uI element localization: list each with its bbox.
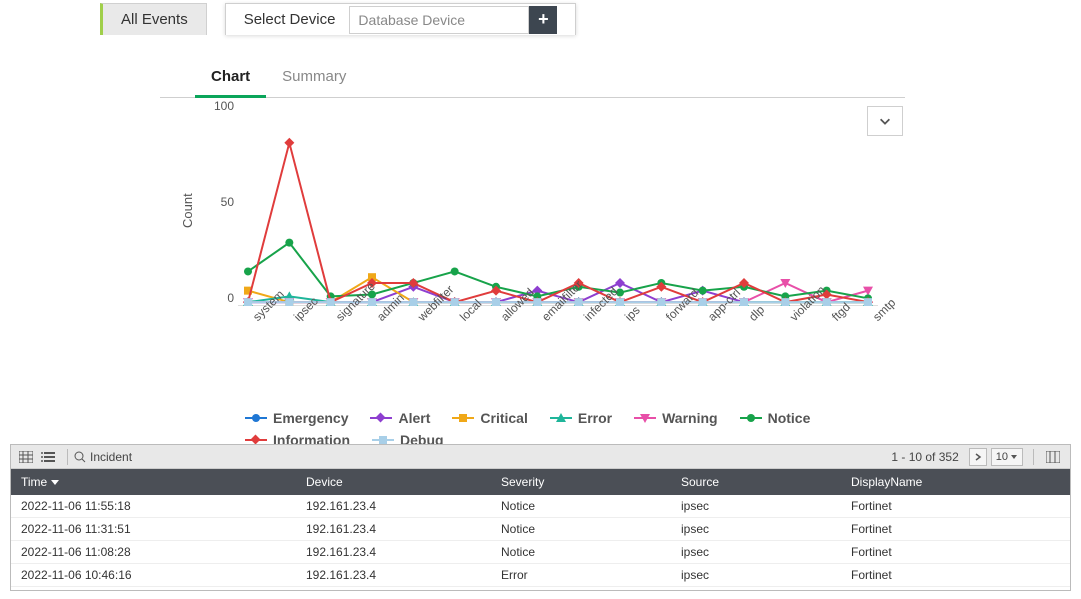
- add-device-button[interactable]: +: [529, 6, 557, 34]
- legend-item[interactable]: Emergency: [245, 410, 348, 426]
- chevron-down-icon: [878, 114, 892, 128]
- table-cell: Fortinet: [841, 568, 1070, 582]
- legend-label: Critical: [480, 410, 527, 426]
- y-axis-label: Count: [180, 193, 195, 228]
- legend-marker: [452, 411, 474, 425]
- table-cell: 192.161.23.4: [296, 568, 491, 582]
- columns-config-icon[interactable]: [1044, 448, 1062, 466]
- subtab-chart[interactable]: Chart: [195, 60, 266, 98]
- table-row[interactable]: 2022-11-06 10:46:16192.161.23.4Erroripse…: [11, 564, 1070, 587]
- table-row[interactable]: 2022-11-06 11:55:18192.161.23.4Noticeips…: [11, 495, 1070, 518]
- line-chart: [238, 106, 878, 306]
- table-cell: Fortinet: [841, 545, 1070, 559]
- col-header-severity[interactable]: Severity: [491, 475, 671, 489]
- device-select-placeholder: Database Device: [358, 12, 465, 28]
- grid-toolbar: Incident 1 - 10 of 352 10: [11, 445, 1070, 469]
- y-tick: 100: [206, 99, 234, 113]
- table-cell: 2022-11-06 10:46:16: [11, 568, 296, 582]
- x-tick: ips: [622, 303, 643, 324]
- legend-marker: [245, 411, 267, 425]
- incident-button[interactable]: Incident: [74, 450, 132, 464]
- table-header: Time Device Severity Source DisplayName: [11, 469, 1070, 495]
- chart-subtabs: Chart Summary: [160, 60, 905, 98]
- caret-down-icon: [1010, 453, 1018, 461]
- table-cell: Notice: [491, 522, 671, 536]
- col-header-time-label: Time: [21, 475, 47, 489]
- subtab-summary[interactable]: Summary: [266, 60, 362, 97]
- pager-next-button[interactable]: [969, 448, 987, 466]
- incident-icon: [74, 451, 86, 463]
- pager-text: 1 - 10 of 352: [891, 450, 958, 464]
- legend-marker: [740, 411, 762, 425]
- legend-item[interactable]: Notice: [740, 410, 811, 426]
- legend-marker: [550, 411, 572, 425]
- table-cell: 2022-11-06 11:08:28: [11, 545, 296, 559]
- view-list-icon[interactable]: [39, 448, 57, 466]
- tab-all-events[interactable]: All Events: [100, 3, 207, 35]
- table-body: 2022-11-06 11:55:18192.161.23.4Noticeips…: [11, 495, 1070, 587]
- legend-marker: [370, 411, 392, 425]
- tab-select-device-label: Select Device: [244, 11, 336, 28]
- table-row[interactable]: 2022-11-06 11:08:28192.161.23.4Noticeips…: [11, 541, 1070, 564]
- table-cell: Notice: [491, 545, 671, 559]
- legend-item[interactable]: Warning: [634, 410, 717, 426]
- chevron-right-icon: [974, 453, 982, 461]
- sort-desc-icon: [51, 478, 59, 486]
- legend-label: Notice: [768, 410, 811, 426]
- pagesize-value: 10: [996, 451, 1008, 463]
- device-select-box[interactable]: Database Device: [349, 6, 529, 34]
- y-tick: 50: [206, 195, 234, 209]
- table-cell: ipsec: [671, 545, 841, 559]
- col-header-source[interactable]: Source: [671, 475, 841, 489]
- legend-marker: [634, 411, 656, 425]
- plus-icon: +: [538, 9, 549, 30]
- table-cell: 2022-11-06 11:31:51: [11, 522, 296, 536]
- col-header-time[interactable]: Time: [11, 475, 296, 489]
- incident-label: Incident: [90, 450, 132, 464]
- legend-item[interactable]: Critical: [452, 410, 527, 426]
- legend-label: Alert: [398, 410, 430, 426]
- col-header-displayname[interactable]: DisplayName: [841, 475, 1070, 489]
- table-cell: 192.161.23.4: [296, 499, 491, 513]
- table-cell: Fortinet: [841, 499, 1070, 513]
- y-tick: 0: [206, 291, 234, 305]
- legend-label: Warning: [662, 410, 717, 426]
- legend-label: Error: [578, 410, 612, 426]
- table-cell: 2022-11-06 11:55:18: [11, 499, 296, 513]
- table-row[interactable]: 2022-11-06 11:31:51192.161.23.4Noticeips…: [11, 518, 1070, 541]
- table-cell: Fortinet: [841, 522, 1070, 536]
- chart-panel: Chart Summary Count 050100 systemipsecsi…: [160, 45, 905, 445]
- legend-item[interactable]: Alert: [370, 410, 430, 426]
- events-grid: Incident 1 - 10 of 352 10 Time Device Se…: [10, 444, 1071, 591]
- pagesize-select[interactable]: 10: [991, 448, 1023, 466]
- table-cell: ipsec: [671, 522, 841, 536]
- view-table-icon[interactable]: [17, 448, 35, 466]
- table-cell: ipsec: [671, 568, 841, 582]
- tab-select-device[interactable]: Select Device Database Device +: [225, 3, 577, 35]
- chart-area: Count 050100 systemipsecsignatureadminwe…: [160, 98, 905, 358]
- table-cell: Notice: [491, 499, 671, 513]
- col-header-device[interactable]: Device: [296, 475, 491, 489]
- legend-item[interactable]: Error: [550, 410, 612, 426]
- table-cell: 192.161.23.4: [296, 522, 491, 536]
- legend-label: Emergency: [273, 410, 348, 426]
- table-cell: ipsec: [671, 499, 841, 513]
- table-cell: Error: [491, 568, 671, 582]
- top-tabbar: All Events Select Device Database Device…: [100, 3, 594, 35]
- table-cell: 192.161.23.4: [296, 545, 491, 559]
